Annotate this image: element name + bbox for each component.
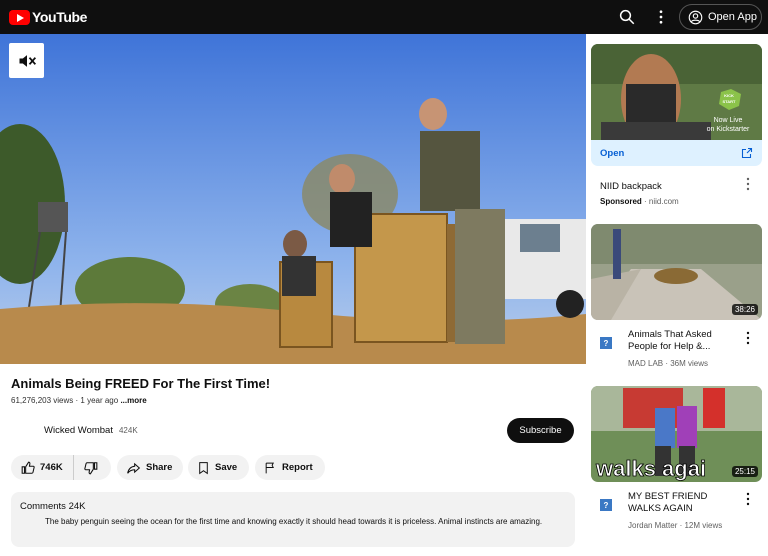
comments-section[interactable]: Comments 24K The baby penguin seeing the… [11,492,575,547]
ad-card[interactable]: KICK START Now Live on Kickstarter Open [591,44,762,166]
ad-meta: Sponsored · niid.com [600,197,679,206]
ad-title[interactable]: NIID backpack [600,181,662,192]
account-icon [688,10,703,24]
video-meta: MAD LAB · 36M views [628,359,709,368]
thumbnail-caption: walks agai [595,456,706,481]
channel-info[interactable]: Wicked Wombat 424K [44,425,138,436]
share-label: Share [146,462,173,473]
open-app-button[interactable]: Open App [679,4,762,30]
ad-open-button[interactable]: Open [591,140,762,166]
external-link-icon [741,147,753,159]
flag-icon [265,462,274,473]
search-icon[interactable] [618,8,636,26]
thumbs-up-icon [21,461,35,474]
channel-avatar-icon[interactable]: ? [600,337,612,349]
video-thumbnail[interactable]: walks agai 25:15 [591,386,762,482]
video-title: Animals Being FREED For The First Time! [11,376,271,391]
video-menu-icon[interactable] [745,331,751,345]
top-bar: YouTube Open App [0,0,768,34]
video-meta: Jordan Matter · 12M views [628,521,723,530]
channel-name[interactable]: Wicked Wombat [44,425,113,436]
like-button[interactable]: 746K [11,455,74,480]
report-button[interactable]: Report [255,455,325,480]
video-title[interactable]: Animals That Asked People for Help &... [628,329,738,353]
video-thumbnail[interactable]: 38:26 [591,224,762,320]
muted-speaker-icon [19,54,36,67]
more-vert-icon[interactable] [652,8,670,26]
comments-label: Comments [20,501,66,512]
channel-avatar-icon[interactable]: ? [600,499,612,511]
share-button[interactable]: Share [117,455,183,480]
upload-age: 1 year ago [80,396,119,405]
dislike-button[interactable] [74,461,98,475]
like-dislike-group: 746K [11,455,111,480]
ad-open-label: Open [600,147,625,159]
kickstarter-badge-line1: KICK [724,93,734,98]
subscriber-count: 424K [118,426,138,435]
video-title[interactable]: MY BEST FRIEND WALKS AGAIN [628,491,738,515]
share-icon [127,462,141,474]
view-count: 61,276,203 views [11,396,74,405]
save-label: Save [215,462,238,473]
ad-overlay-line2: on Kickstarter [707,126,750,133]
video-duration: 38:26 [731,304,758,315]
video-menu-icon[interactable] [745,492,751,506]
thumbs-down-icon [84,461,98,474]
ad-overlay-line1: Now Live [714,117,743,124]
ad-domain: niid.com [648,197,679,206]
ad-thumbnail: KICK START Now Live on Kickstarter [591,44,762,144]
video-player[interactable] [0,34,586,364]
video-frame [0,34,586,364]
youtube-play-icon [9,9,30,25]
bookmark-icon [199,461,208,474]
video-meta: 61,276,203 views · 1 year ago ...more [11,396,147,405]
report-label: Report [282,462,313,473]
kickstarter-badge-line2: START [722,99,736,104]
comments-header: Comments 24K [20,501,85,512]
ad-menu-icon[interactable] [745,177,751,191]
comments-count: 24K [68,501,86,512]
logo-text: YouTube [32,9,88,25]
mute-toggle-button[interactable] [9,43,44,78]
save-button[interactable]: Save [188,455,249,480]
like-count: 746K [40,462,63,473]
video-duration: 25:15 [731,466,758,477]
subscribe-button[interactable]: Subscribe [507,418,574,443]
description-more-link[interactable]: ...more [120,396,146,405]
sponsored-label: Sponsored [600,197,642,206]
youtube-logo[interactable]: YouTube [9,9,87,25]
open-app-label: Open App [708,11,757,23]
top-comment-text: The baby penguin seeing the ocean for th… [45,517,543,526]
